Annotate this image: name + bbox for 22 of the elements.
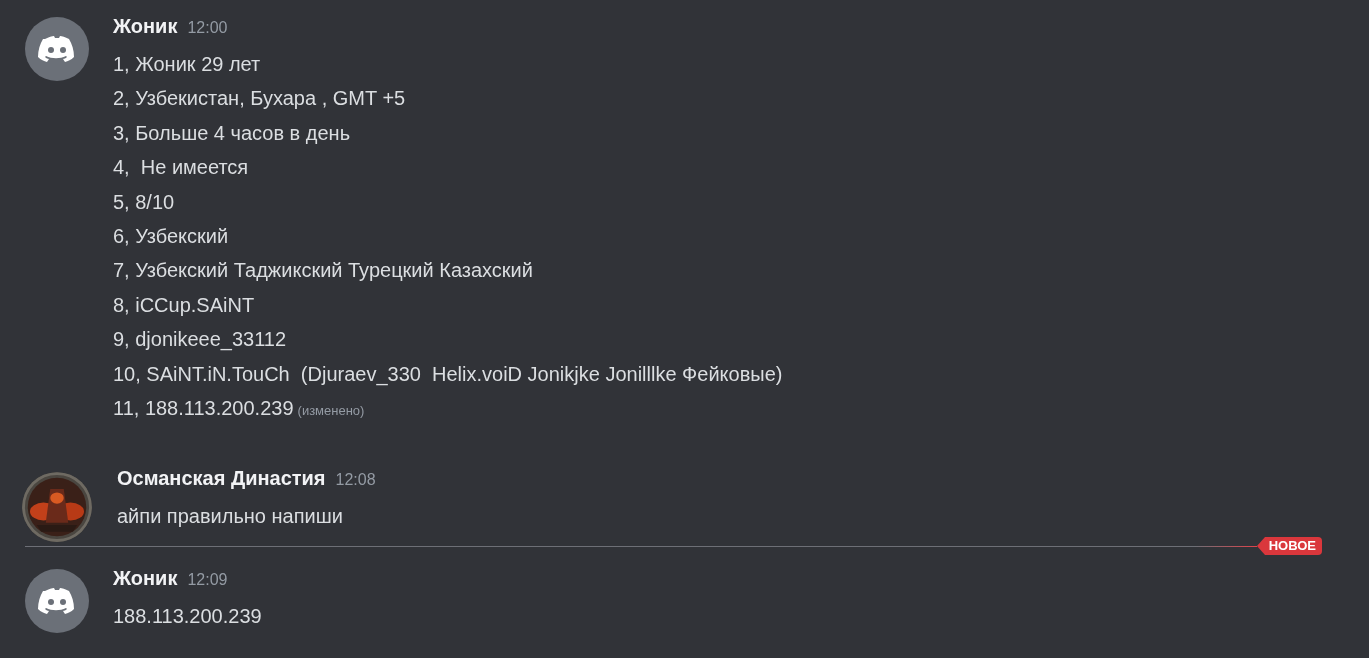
avatar-icon[interactable] — [25, 17, 89, 81]
edited-label: (изменено) — [297, 403, 365, 419]
message-text: 188.113.200.239 — [113, 604, 262, 630]
avatar-icon[interactable] — [25, 569, 89, 634]
message-text: 3, Больше 4 часов в день — [113, 120, 351, 146]
timestamp: 12:09 — [187, 571, 228, 590]
author-name[interactable]: Жоник — [113, 15, 178, 38]
message-text: 5, 8/10 — [113, 189, 175, 215]
message-text: 7, Узбекский Таджикский Турецкий Казахский — [113, 258, 533, 284]
author-name[interactable]: Османская Династия — [117, 467, 326, 491]
message-text: 4, Не имеется — [113, 155, 249, 181]
message-text: 6, Узбекский — [113, 224, 229, 250]
message-text: 1, Жоник 29 лет — [113, 52, 261, 77]
timestamp: 12:00 — [187, 19, 228, 37]
timestamp: 12:08 — [335, 471, 376, 490]
message-text: 11, 188.113.200.239 — [113, 396, 294, 422]
message-text: 10, SAiNT.iN.TouCh (Djuraev_330 Helix.voiD Jonikjke Jonilllke Фейковые) — [113, 361, 783, 388]
message-text: 2, Узбекистан, Бухара , GMT +5 — [113, 86, 406, 112]
message-text: айпи правильно напиши — [117, 504, 343, 530]
author-name[interactable]: Жоник — [113, 567, 178, 591]
message-text: 8, iCCup.SAiNT — [113, 292, 255, 318]
message-text: 9, djonikeee_33112 — [113, 327, 287, 353]
